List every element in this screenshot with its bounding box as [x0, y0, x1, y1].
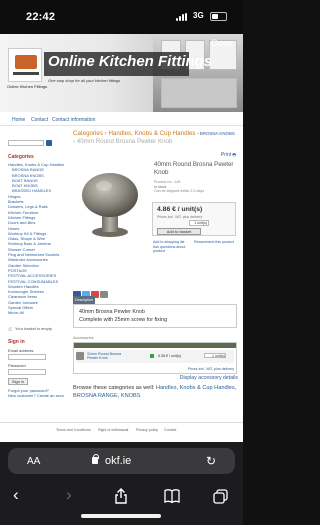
breadcrumb: Categories › Handles, Knobs & Cup Handle…	[73, 130, 235, 145]
in-stock-icon	[150, 354, 154, 358]
password-field[interactable]	[8, 368, 46, 375]
reload-icon[interactable]: ↻	[206, 454, 216, 468]
top-navigation: Home Contact Contact information	[0, 114, 243, 126]
password-label: Password	[8, 362, 26, 368]
category-list: Handles, Knobs & Cup Handles BROSNA RANGE…	[8, 162, 64, 316]
tab-description[interactable]: Description	[73, 296, 95, 304]
sidebar-category[interactable]: Mirror All	[8, 310, 64, 315]
done-button[interactable]: Done	[211, 38, 233, 48]
accessory-thumbnail[interactable]	[76, 352, 84, 360]
question-link[interactable]: Ask questions about product	[153, 245, 193, 254]
create-account-link[interactable]: New customer? Create an account	[8, 393, 64, 398]
see-also-link[interactable]: Handles, Knobs & Cup Handles	[156, 385, 235, 391]
product-links: Add to shopping list Recommend this prod…	[153, 240, 237, 254]
see-also-link[interactable]: KNOBS	[121, 393, 141, 399]
page-footer: Terms and Conditions Right of withdrawal…	[0, 422, 243, 442]
price-note: Prices incl. VAT, plus delivery	[157, 215, 203, 219]
description-line: 40mm Brosna Pewter Knob	[79, 309, 145, 315]
add-to-basket-button[interactable]: Add to basket	[157, 228, 201, 235]
tabs-icon[interactable]	[213, 489, 228, 504]
price-box: 4.86 € / unit(s) Prices incl. VAT, plus …	[152, 202, 236, 236]
email-field[interactable]	[8, 353, 46, 360]
browser-toolbar: AA okf.ie ↻ ‹ ›	[0, 442, 243, 525]
description-line: Complete with 25mm screw for fixing	[79, 317, 168, 323]
address-bar[interactable]: AA okf.ie ↻	[8, 448, 235, 474]
lock-icon	[92, 454, 99, 464]
logo-caption: Online Kitchen Fittings	[7, 84, 48, 89]
network-label: 3G	[193, 11, 204, 20]
main-content: Categories › Handles, Knobs & Cup Handle…	[73, 130, 238, 399]
site-title[interactable]: Online Kitchen Fittings	[48, 53, 212, 70]
site-banner: Online Kitchen Fittings Online Kitchen F…	[0, 34, 243, 112]
table-row: 31mm Round Brosna Pewter Knob 5.38 € / un…	[76, 350, 234, 363]
status-bar: 22:42 3G	[0, 0, 243, 34]
sidebar-category[interactable]: FESTIVAL ACCESSORIES	[8, 273, 64, 278]
forward-icon[interactable]: ›	[66, 486, 72, 503]
email-share-icon[interactable]	[100, 291, 108, 298]
search-input[interactable]	[8, 140, 44, 146]
shipping-info: Can be shipped within 2-3 days	[154, 189, 205, 194]
site-tagline: One stop shop for all your kitchen fitti…	[48, 78, 121, 83]
accessory-name[interactable]: 31mm Round Brosna Pewter Knob	[87, 352, 121, 360]
email-label: Email address	[8, 347, 34, 353]
basket-status[interactable]: Your basket is empty	[8, 326, 64, 331]
text-size-button[interactable]: AA	[27, 456, 40, 467]
breadcrumb-brosna-knobs[interactable]: BROSNA KNOBS	[200, 131, 235, 136]
see-also-link[interactable]: BROSNA RANGE	[73, 393, 118, 399]
recommend-link[interactable]: Recommend this product	[194, 240, 234, 245]
footer-terms[interactable]: Terms and Conditions	[56, 428, 91, 432]
footer-contact[interactable]: Contact	[164, 428, 176, 432]
categories-heading: Categories	[8, 154, 34, 160]
quantity-field[interactable]: 1 unit(s)	[189, 220, 209, 226]
back-icon[interactable]: ‹	[13, 486, 19, 503]
sidebar: Categories Handles, Knobs & Cup Handles B…	[8, 134, 64, 398]
breadcrumb-categories[interactable]: Categories	[73, 130, 103, 137]
share-icon[interactable]	[114, 488, 128, 504]
print-link[interactable]: Print	[221, 152, 236, 159]
product-meta: Product no.: 145 In stock Can be shipped…	[154, 180, 234, 194]
product-image[interactable]	[75, 160, 145, 244]
see-also: Browse these categories as well: Handles…	[73, 385, 237, 399]
nav-contact[interactable]: Contact	[31, 117, 48, 123]
share-buttons	[73, 285, 109, 298]
breadcrumb-handles[interactable]: Handles, Knobs & Cup Handles	[108, 130, 195, 137]
product-price: 4.86 € / unit(s)	[157, 206, 203, 213]
accessory-quantity[interactable]: 1 unit(s)	[204, 353, 226, 358]
accessories-label: Accessories	[73, 336, 94, 340]
search-icon[interactable]	[46, 140, 52, 146]
signin-heading: Sign in	[8, 338, 25, 345]
status-time: 22:42	[26, 11, 56, 23]
product-title: 40mm Round Brosna Pewter Knob	[154, 161, 234, 176]
accessory-price-note: Prices incl. VAT, plus delivery	[187, 367, 234, 371]
footer-privacy[interactable]: Privacy policy	[136, 428, 158, 432]
url-text[interactable]: okf.ie	[105, 455, 131, 467]
battery-icon	[210, 12, 227, 21]
display-accessories-link[interactable]: Display accessory details	[180, 375, 238, 381]
product-description: 40mm Brosna Pewter Knob Complete with 25…	[73, 304, 237, 328]
footer-withdrawal[interactable]: Right of withdrawal	[98, 428, 128, 432]
web-page: Online Kitchen Fittings Online Kitchen F…	[0, 34, 243, 442]
accessory-price: 5.38 € / unit(s)	[158, 354, 181, 358]
signal-icon	[176, 13, 188, 21]
nav-home[interactable]: Home	[12, 117, 25, 123]
bookmarks-icon[interactable]	[164, 489, 180, 503]
breadcrumb-current: 40mm Round Brosna Pewter Knob	[76, 138, 173, 145]
site-logo[interactable]	[8, 48, 42, 82]
home-indicator	[81, 514, 161, 518]
accessories-table: 31mm Round Brosna Pewter Knob 5.38 € / un…	[73, 342, 237, 374]
nav-contact-information[interactable]: Contact information	[52, 117, 95, 123]
signin-button[interactable]: Sign in	[8, 377, 29, 385]
